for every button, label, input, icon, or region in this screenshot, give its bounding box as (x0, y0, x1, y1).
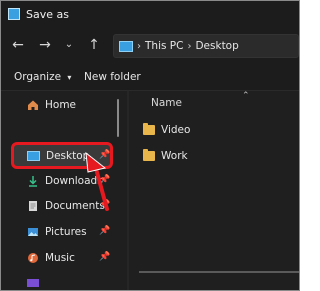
pin-icon: 📌 (99, 175, 111, 185)
window-title: Save as (26, 7, 69, 21)
pin-icon: 📌 (99, 226, 111, 236)
sidebar-item-downloads[interactable]: Downloads (27, 171, 103, 191)
navigation-pane: Home Desktop 📌 Downloads 📌 Documents 📌 P… (1, 91, 121, 290)
chevron-right-icon[interactable]: › (137, 41, 141, 52)
sidebar-item-label: Downloads (45, 175, 103, 187)
pictures-icon (27, 226, 39, 238)
arrow-right-icon[interactable]: → (36, 36, 54, 54)
videos-icon (27, 279, 39, 287)
pin-icon: 📌 (99, 200, 111, 210)
pin-icon: 📌 (99, 150, 111, 160)
navigation-scrollbar[interactable] (117, 99, 119, 137)
download-icon (27, 175, 39, 187)
sidebar-item-home[interactable]: Home (27, 95, 76, 115)
navigation-toolbar: ← → ⌄ ↑ › This PC › Desktop (1, 27, 299, 65)
folder-icon (143, 123, 155, 135)
sidebar-item-documents[interactable]: Documents (27, 196, 105, 216)
documents-icon (27, 200, 39, 212)
caret-down-icon: ▾ (67, 73, 72, 82)
file-list: ⌃ Name Video Work (129, 91, 299, 290)
address-bar[interactable]: › This PC › Desktop (113, 34, 299, 58)
sidebar-item-partial[interactable] (27, 273, 45, 290)
sidebar-item-label: Home (45, 99, 77, 111)
list-item[interactable]: Video (143, 122, 190, 138)
sort-caret-icon: ⌃ (242, 91, 250, 101)
home-icon (27, 99, 39, 111)
command-bar: Organize ▾ New folder (1, 65, 299, 91)
desktop-icon (27, 151, 40, 161)
chevron-down-icon[interactable]: ⌄ (60, 36, 78, 54)
save-as-dialog: Save as ← → ⌄ ↑ › This PC › Desktop Orga… (0, 0, 300, 291)
window-icon (8, 8, 20, 20)
horizontal-scrollbar[interactable] (139, 271, 299, 273)
chevron-right-icon[interactable]: › (187, 41, 191, 52)
this-pc-icon (119, 40, 133, 52)
list-item[interactable]: Work (143, 148, 188, 164)
sidebar-item-desktop[interactable]: Desktop (27, 146, 89, 166)
arrow-left-icon[interactable]: ← (9, 36, 27, 54)
sidebar-item-music[interactable]: Music (27, 248, 75, 268)
file-name: Video (161, 124, 191, 136)
organize-label: Organize (14, 71, 62, 83)
file-name: Work (161, 150, 188, 162)
new-folder-button[interactable]: New folder (84, 71, 141, 83)
organize-button[interactable]: Organize ▾ (14, 71, 71, 83)
sidebar-item-label: Desktop (46, 150, 90, 162)
folder-icon (143, 149, 155, 161)
sidebar-item-pictures[interactable]: Pictures (27, 222, 87, 242)
arrow-up-icon[interactable]: ↑ (85, 36, 103, 54)
music-icon (27, 252, 39, 264)
sidebar-item-label: Pictures (45, 226, 87, 238)
pin-icon: 📌 (99, 252, 111, 262)
sidebar-item-label: Documents (45, 200, 105, 212)
sidebar-item-label: Music (45, 252, 75, 264)
breadcrumb-desktop[interactable]: Desktop (195, 40, 238, 52)
breadcrumb-this-pc[interactable]: This PC (145, 40, 183, 52)
title-bar: Save as (1, 1, 299, 27)
column-header-name[interactable]: Name (151, 97, 182, 109)
